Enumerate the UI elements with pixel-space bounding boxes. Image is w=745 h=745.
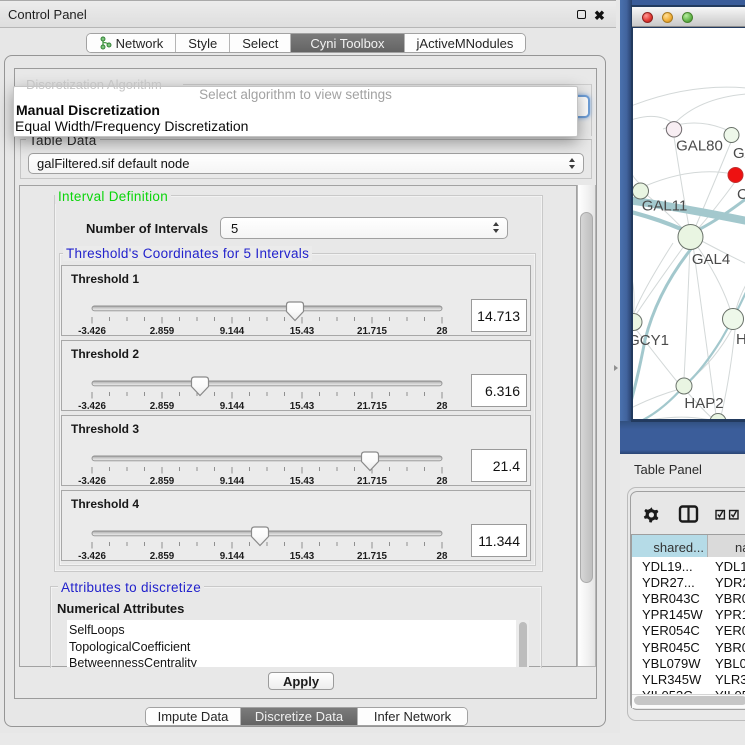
- svg-text:9.144: 9.144: [220, 476, 245, 487]
- svg-text:GA: GA: [733, 145, 745, 162]
- svg-text:28: 28: [437, 476, 448, 487]
- svg-text:9.144: 9.144: [220, 326, 245, 337]
- svg-text:HAP2: HAP2: [684, 395, 723, 412]
- svg-text:GCY1: GCY1: [633, 332, 669, 349]
- svg-text:15.43: 15.43: [290, 401, 315, 412]
- svg-text:-3.426: -3.426: [78, 326, 106, 337]
- svg-text:9.144: 9.144: [220, 551, 245, 562]
- svg-text:15.43: 15.43: [290, 476, 315, 487]
- svg-text:-3.426: -3.426: [78, 401, 106, 412]
- svg-text:21.715: 21.715: [357, 476, 388, 487]
- svg-text:28: 28: [437, 401, 448, 412]
- svg-text:28: 28: [437, 326, 448, 337]
- svg-text:21.715: 21.715: [357, 326, 388, 337]
- svg-text:21.715: 21.715: [357, 401, 388, 412]
- svg-text:15.43: 15.43: [290, 326, 315, 337]
- svg-text:H: H: [736, 331, 745, 348]
- svg-text:2.859: 2.859: [150, 551, 175, 562]
- svg-text:GAL80: GAL80: [676, 138, 723, 155]
- svg-text:2.859: 2.859: [150, 401, 175, 412]
- svg-text:21.715: 21.715: [357, 551, 388, 562]
- svg-text:-3.426: -3.426: [78, 476, 106, 487]
- svg-text:GAL11: GAL11: [642, 198, 688, 215]
- svg-text:2.859: 2.859: [150, 476, 175, 487]
- svg-text:-3.426: -3.426: [78, 551, 106, 562]
- svg-text:15.43: 15.43: [290, 551, 315, 562]
- svg-text:2.859: 2.859: [150, 326, 175, 337]
- svg-text:9.144: 9.144: [220, 401, 245, 412]
- svg-text:GAL4: GAL4: [692, 251, 730, 268]
- svg-text:28: 28: [437, 551, 448, 562]
- svg-text:C: C: [737, 186, 745, 203]
